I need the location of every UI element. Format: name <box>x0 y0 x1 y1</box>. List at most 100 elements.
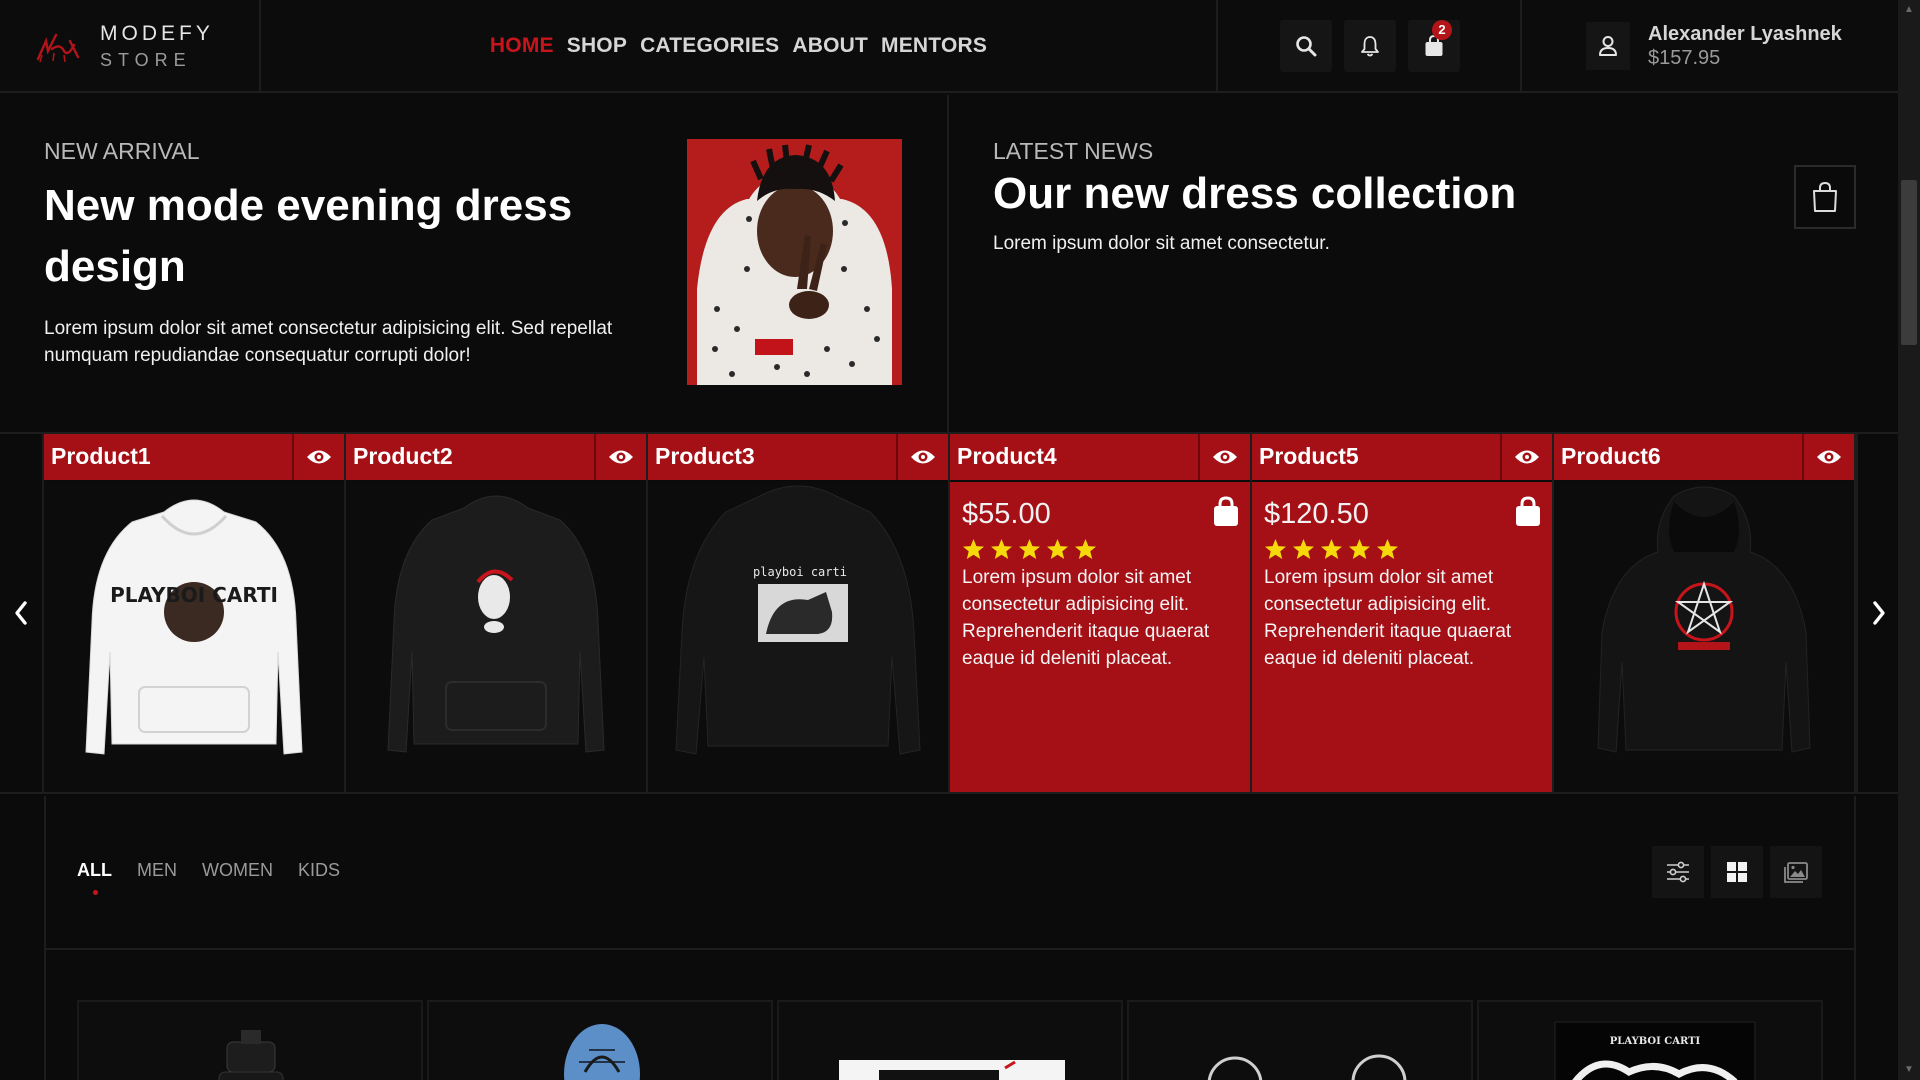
quick-view-button[interactable] <box>1804 434 1854 480</box>
notifications-button[interactable] <box>1344 19 1396 72</box>
star-icon <box>990 538 1013 560</box>
star-icon <box>1376 538 1399 560</box>
product-card[interactable]: Product5 $120.50 Lorem ipsum dolor sit a… <box>1252 434 1554 792</box>
latest-news-section: LATEST NEWS Our new dress collection Lor… <box>951 95 1898 432</box>
user-balance: $157.95 <box>1648 46 1721 69</box>
black-hoodie-image <box>387 495 605 753</box>
scroll-up-icon[interactable]: ▲ <box>1903 4 1915 16</box>
quick-view-button[interactable] <box>1502 434 1552 480</box>
grid-view-button[interactable] <box>1711 846 1763 898</box>
product-image[interactable]: PLAYBOI CARTI <box>44 482 344 792</box>
news-shop-button[interactable] <box>1794 165 1856 229</box>
product-description-line: eaque id deleniti placeat. <box>962 648 1173 669</box>
brand-logo-icon <box>36 33 80 62</box>
chevron-right-icon <box>1873 601 1885 625</box>
product-card[interactable]: Product4 $55.00 Lorem ipsum dolor sit am… <box>950 434 1252 792</box>
gallery-view-button[interactable] <box>1770 846 1822 898</box>
user-panel[interactable]: Alexander Lyashnek $157.95 <box>1522 0 1898 91</box>
quick-view-button[interactable] <box>294 434 344 480</box>
tab-all[interactable]: ALL <box>77 860 112 895</box>
star-icon <box>1292 538 1315 560</box>
nav-about[interactable]: ABOUT <box>792 34 868 58</box>
catalog-filter-bar: ALL MEN WOMEN KIDS <box>44 796 1856 950</box>
hero-image[interactable] <box>687 139 902 385</box>
news-description: Lorem ipsum dolor sit amet consectetur. <box>993 233 1330 254</box>
carousel-prev-button[interactable] <box>0 434 44 792</box>
nav-shop[interactable]: SHOP <box>567 34 627 58</box>
product-price: $55.00 <box>962 498 1051 530</box>
brand[interactable]: MODEFY STORE <box>0 0 261 91</box>
filter-settings-button[interactable] <box>1652 846 1704 898</box>
product-name: Product2 <box>346 434 596 480</box>
scroll-thumb[interactable] <box>1901 180 1917 345</box>
tab-women[interactable]: WOMEN <box>202 860 273 881</box>
eye-icon <box>1515 450 1539 464</box>
add-to-cart-button[interactable] <box>1212 496 1240 533</box>
top-header: MODEFY STORE HOME SHOP CATEGORIES ABOUT … <box>0 0 1898 93</box>
cart-button[interactable]: 2 <box>1408 19 1460 72</box>
quick-view-button[interactable] <box>1200 434 1250 480</box>
grid-icon <box>1727 862 1747 882</box>
nav-categories[interactable]: CATEGORIES <box>640 34 779 58</box>
hero-description-line2: numquam repudiandae consequatur corrupti… <box>44 345 471 366</box>
news-title: Our new dress collection <box>993 169 1517 218</box>
product-carousel: Product1 PLAYBOI CARTI Product2 Product3… <box>0 432 1898 794</box>
product-description-line: consectetur adipisicing elit. <box>962 594 1190 615</box>
scroll-down-icon[interactable]: ▼ <box>1903 1064 1915 1076</box>
brand-title: MODEFY <box>100 21 214 45</box>
sliders-icon <box>1667 861 1689 883</box>
catalog-grid: PLAYBOI CARTI <box>44 950 1856 1080</box>
catalog-item[interactable] <box>777 1000 1123 1080</box>
product-description-line: eaque id deleniti placeat. <box>1264 648 1475 669</box>
catalog-item[interactable] <box>77 1000 423 1080</box>
product-card[interactable]: Product6 <box>1554 434 1856 792</box>
catalog-item[interactable] <box>427 1000 773 1080</box>
product-description-line: Reprehenderit itaque quaerat <box>1264 621 1512 642</box>
carousel-next-button[interactable] <box>1856 434 1900 792</box>
shopping-bag-icon <box>1214 496 1238 526</box>
add-to-cart-button[interactable] <box>1514 496 1542 533</box>
page-scrollbar[interactable]: ▲ ▼ <box>1898 0 1920 1080</box>
hero-title-line2: design <box>44 242 186 291</box>
product-image[interactable]: playboi carti <box>648 482 948 792</box>
product-details: $120.50 Lorem ipsum dolor sit amet conse… <box>1252 482 1552 792</box>
star-icon <box>962 538 985 560</box>
product-description: Lorem ipsum dolor sit amet consectetur a… <box>962 564 1242 672</box>
star-icon <box>1264 538 1287 560</box>
tab-kids[interactable]: KIDS <box>298 860 340 881</box>
product-name: Product4 <box>950 434 1200 480</box>
hoodie-print-text: playboi carti <box>753 565 847 579</box>
product-image[interactable] <box>346 482 646 792</box>
product-rating <box>1264 538 1399 560</box>
product-image[interactable] <box>1554 482 1854 792</box>
user-name: Alexander Lyashnek <box>1648 22 1842 45</box>
view-toggle-group <box>1652 846 1822 898</box>
brand-subtitle: STORE <box>100 49 192 70</box>
user-icon <box>1599 35 1617 56</box>
cart-count-badge: 2 <box>1432 19 1452 40</box>
search-button[interactable] <box>1280 19 1332 72</box>
product-card[interactable]: Product1 PLAYBOI CARTI <box>44 434 346 792</box>
hero-title: New mode evening dress design <box>44 175 664 297</box>
nav-home[interactable]: HOME <box>490 34 554 58</box>
latest-news-eyebrow: LATEST NEWS <box>993 138 1154 164</box>
new-arrival-eyebrow: NEW ARRIVAL <box>44 138 200 164</box>
tab-men[interactable]: MEN <box>137 860 177 881</box>
earrings-image <box>1207 1054 1407 1080</box>
quick-view-button[interactable] <box>596 434 646 480</box>
catalog-item[interactable] <box>1127 1000 1473 1080</box>
nav-mentors[interactable]: MENTORS <box>881 34 987 58</box>
quick-view-button[interactable] <box>898 434 948 480</box>
product-name: Product5 <box>1252 434 1502 480</box>
search-icon <box>1296 35 1317 56</box>
skateboard-image <box>564 1024 640 1080</box>
product-details: $55.00 Lorem ipsum dolor sit amet consec… <box>950 482 1250 792</box>
product-card[interactable]: Product3 playboi carti <box>648 434 950 792</box>
black-hoodie-pentagram-image <box>1597 486 1811 753</box>
product-description: Lorem ipsum dolor sit amet consectetur a… <box>1264 564 1544 672</box>
hero-portrait-illustration <box>687 139 902 385</box>
product-description-line: Lorem ipsum dolor sit amet <box>962 567 1192 588</box>
product-card[interactable]: Product2 <box>346 434 648 792</box>
catalog-item[interactable]: PLAYBOI CARTI <box>1477 1000 1823 1080</box>
user-avatar[interactable] <box>1586 21 1630 70</box>
